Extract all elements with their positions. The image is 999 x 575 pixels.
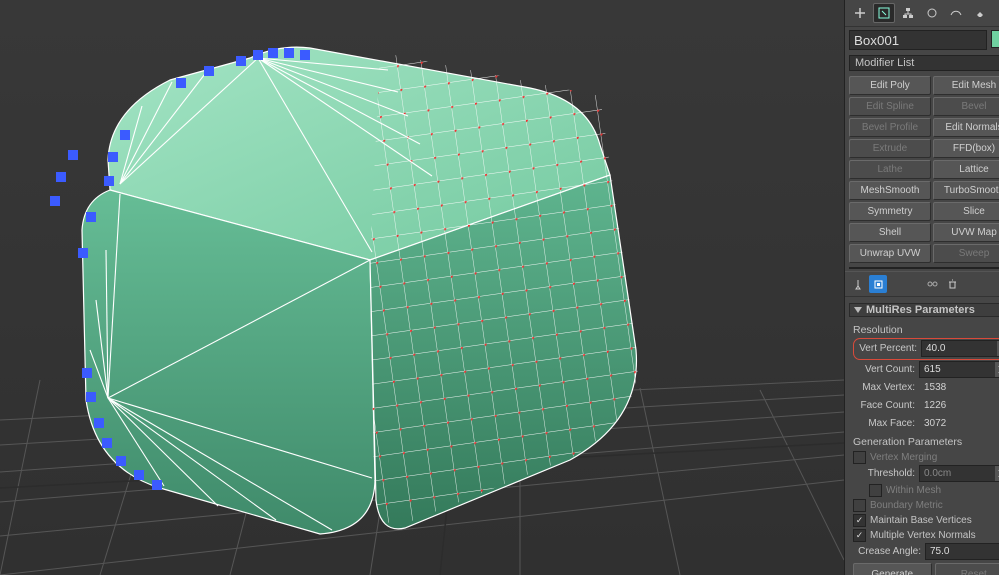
- create-tab-icon[interactable]: [849, 3, 871, 23]
- boundary-metric-checkbox[interactable]: Boundary Metric: [853, 498, 999, 513]
- modifier-button: Sweep: [933, 244, 999, 263]
- crease-angle-spinner[interactable]: 75.0: [925, 543, 999, 560]
- make-unique-icon[interactable]: [923, 275, 941, 293]
- maintain-base-checkbox[interactable]: ✓Maintain Base Vertices: [853, 513, 999, 528]
- modifier-button: Bevel: [933, 97, 999, 116]
- show-end-result-icon[interactable]: [869, 275, 887, 293]
- field-label: Vert Percent:: [855, 343, 921, 354]
- reset-button: Reset: [935, 563, 999, 575]
- field-label: Threshold:: [863, 468, 919, 479]
- group-label: Generation Parameters: [853, 436, 999, 448]
- modifier-button[interactable]: Lattice: [933, 160, 999, 179]
- modifier-button[interactable]: TurboSmooth: [933, 181, 999, 200]
- modifier-button[interactable]: Shell: [849, 223, 931, 242]
- modifier-button[interactable]: Unwrap UVW: [849, 244, 931, 263]
- modifier-button[interactable]: UVW Map: [933, 223, 999, 242]
- object-color-swatch[interactable]: [991, 30, 999, 48]
- field-label: Max Vertex:: [853, 382, 919, 393]
- field-label: Crease Angle:: [853, 546, 925, 557]
- modifier-button[interactable]: MeshSmooth: [849, 181, 931, 200]
- modifier-button: Extrude: [849, 139, 931, 158]
- rollup-title: MultiRes Parameters: [866, 304, 975, 316]
- within-mesh-checkbox: Within Mesh: [869, 483, 999, 498]
- threshold-spinner: 0.0cm: [919, 465, 999, 482]
- face-count-value: 1226: [919, 400, 946, 411]
- object-name-field[interactable]: [849, 30, 987, 50]
- mesh-object[interactable]: [0, 0, 844, 575]
- utilities-tab-icon[interactable]: [969, 3, 991, 23]
- viewport-3d[interactable]: [0, 0, 844, 575]
- max-vertex-value: 1538: [919, 382, 946, 393]
- modifier-button[interactable]: Edit Normals: [933, 118, 999, 137]
- modifier-button[interactable]: Edit Mesh: [933, 76, 999, 95]
- group-label: Resolution: [853, 324, 999, 336]
- display-tab-icon[interactable]: [945, 3, 967, 23]
- modifier-button: Edit Spline: [849, 97, 931, 116]
- pin-stack-icon[interactable]: [849, 275, 867, 293]
- modify-tab-icon[interactable]: [873, 3, 895, 23]
- generate-button[interactable]: Generate: [853, 563, 932, 575]
- chevron-down-icon: [854, 307, 862, 313]
- max-face-value: 3072: [919, 418, 946, 429]
- rollup-header[interactable]: MultiRes Parameters: [849, 303, 999, 317]
- hierarchy-tab-icon[interactable]: [897, 3, 919, 23]
- field-label: Max Face:: [853, 418, 919, 429]
- field-label: Face Count:: [853, 400, 919, 411]
- modifier-button[interactable]: Symmetry: [849, 202, 931, 221]
- stack-item[interactable]: MultiRes: [850, 268, 999, 269]
- modifier-button[interactable]: FFD(box): [933, 139, 999, 158]
- field-label: Vert Count:: [853, 364, 919, 375]
- modifier-stack[interactable]: MultiResVertexEditable Poly: [849, 267, 999, 269]
- vert-percent-spinner[interactable]: 40.0: [921, 340, 999, 357]
- multiple-normals-checkbox[interactable]: ✓Multiple Vertex Normals: [853, 528, 999, 543]
- modifier-button: Bevel Profile: [849, 118, 931, 137]
- modifier-button: Lathe: [849, 160, 931, 179]
- remove-modifier-icon[interactable]: [943, 275, 961, 293]
- modifier-button[interactable]: Slice: [933, 202, 999, 221]
- command-panel: Modifier List Edit PolyEdit MeshEdit Spl…: [844, 0, 999, 575]
- modifier-button[interactable]: Edit Poly: [849, 76, 931, 95]
- vert-count-spinner[interactable]: 615: [919, 361, 999, 378]
- modifier-list-label: Modifier List: [855, 57, 914, 69]
- modifier-list-dropdown[interactable]: Modifier List: [849, 55, 999, 71]
- motion-tab-icon[interactable]: [921, 3, 943, 23]
- vertex-merging-checkbox[interactable]: Vertex Merging: [853, 450, 999, 465]
